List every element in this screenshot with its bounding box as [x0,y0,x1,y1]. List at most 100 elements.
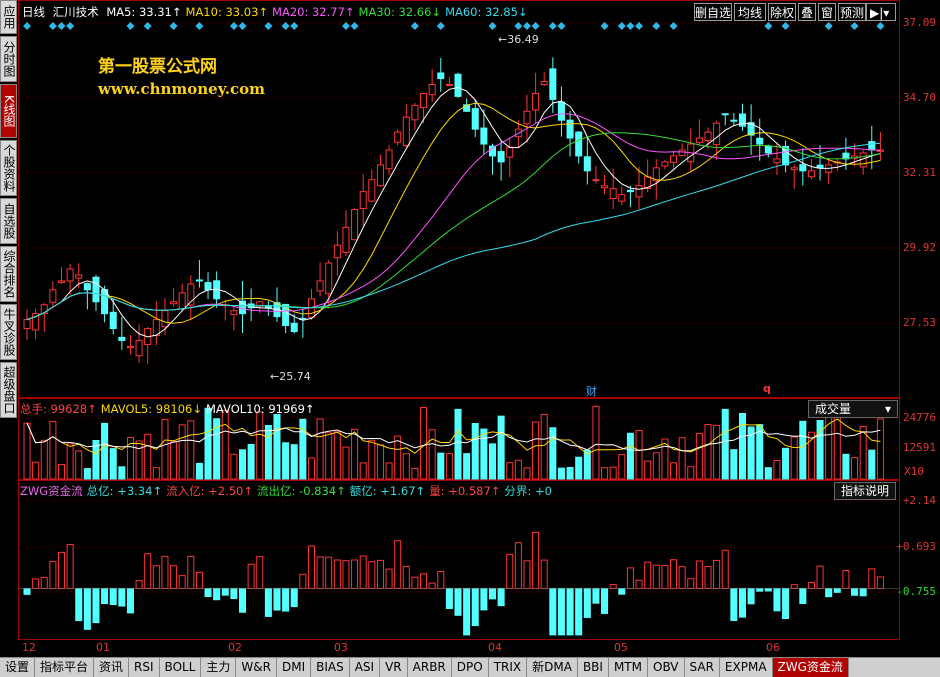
indicator-tab[interactable]: BBI [578,658,609,677]
toolbar-button-2[interactable]: 除权 [768,3,796,21]
signal-diamond [350,22,359,30]
price-tick: 27.53 [902,316,936,329]
candle [506,146,514,158]
right-axis: 37.09 34.70 32.31 29.92 27.53 24776 12591 X10 +2… [896,0,940,640]
indicator-legend-item: 分界: +0 [504,484,552,498]
volume-bar [273,413,281,480]
volume-bar [170,441,178,480]
fund-flow-bar [454,587,462,616]
indicator-help-button[interactable]: 指标说明 [834,482,896,500]
indicator-tab[interactable]: ARBR [408,658,452,677]
price-tick: 32.31 [902,166,936,179]
volume-indicator-select[interactable]: 成交量 ▾ [808,400,898,418]
signal-diamond [341,22,350,30]
volume-bar [514,459,522,480]
indicator-tab[interactable]: EXPMA [720,658,773,677]
indicator-tab[interactable]: BIAS [311,658,350,677]
indicator-tab[interactable]: MTM [609,658,648,677]
ma60-line [26,142,881,321]
indicator-tab[interactable]: BOLL [160,658,202,677]
indicator-tab[interactable]: W&R [236,658,277,677]
sidebar-tab-1[interactable]: 分时图 [0,36,17,82]
sidebar-tab-6[interactable]: 牛叉诊股 [0,304,17,360]
candle [695,137,703,144]
candle [376,164,384,187]
fund-flow-bar [687,578,695,589]
candle [66,268,74,282]
fund-flow-bar [868,568,876,589]
candle [333,244,341,259]
fund-flow-bar [187,556,195,589]
indicator-tab[interactable]: DPO [452,658,489,677]
fund-flow-bar [57,551,66,589]
indicator-legend: ZWG资金流 总亿: +3.34↑ 流入亿: +2.50↑ 流出亿: -0.834↑ 额… [20,483,556,499]
indicator-tab[interactable]: TRIX [489,658,528,677]
indicator-tab[interactable]: 资讯 [94,658,130,677]
fund-flow-bar [32,578,40,589]
volume-bar [540,413,548,480]
toolbar-button-4[interactable]: 窗 [818,3,836,21]
fund-flow-bar [385,568,393,589]
fund-flow-bar [126,587,134,614]
toolbar-button-3[interactable]: 叠 [798,3,816,21]
fund-flow-bar [670,559,678,589]
candle [626,189,634,193]
fund-flow-bar [109,587,117,606]
volume-bar [66,443,74,480]
sidebar-tab-7[interactable]: 超级盘口 [0,362,17,418]
indicator-tab[interactable]: 指标平台 [35,658,95,677]
candle [721,113,729,116]
sidebar-tab-3[interactable]: 个股资料 [0,140,17,196]
ma5-line [26,86,881,338]
sidebar-tab-2[interactable]: K线图 [0,84,17,138]
volume-bar [816,419,824,480]
ma-legend-item: MA10: 33.03↑ [185,5,269,19]
fund-flow-bar [782,587,790,620]
indicator-tab[interactable]: VR [380,658,408,677]
fund-flow-bar [756,587,764,592]
candle [549,68,557,100]
indicator-tab[interactable]: ASI [350,658,381,677]
signal-diamond [126,22,135,30]
fund-flow-bar [256,556,264,589]
candle [57,280,66,283]
fund-flow-bar [626,567,634,589]
toolbar-button-1[interactable]: 均线 [734,3,766,21]
left-sidebar: 应用分时图 K线图个股资料自选股综合排名牛叉诊股超级盘口 [0,0,18,659]
fund-flow-bar [730,587,738,621]
fund-flow-bar [773,587,781,612]
fund-flow-bar [532,531,540,589]
fund-flow-bar [230,587,238,600]
indicator-tab[interactable]: SAR [685,658,720,677]
fund-flow-bar [764,587,772,592]
toolbar-button-5[interactable]: 预测 [838,3,866,21]
toolbar-button-0[interactable]: 删自选 [694,3,732,21]
play-dropdown-button[interactable]: ▶|▾ [866,3,896,21]
indicator-tab[interactable]: RSI [129,658,160,677]
volume-bar [411,467,419,480]
indicator-tab[interactable]: 设置 [0,658,36,677]
indicator-tabs: 设置 指标平台 资讯 RSI BOLL 主力 W&R DMI BIAS ASI VR ARBR DPO T… [0,657,940,677]
volume-bar [23,422,31,480]
indicator-tab[interactable]: DMI [277,658,312,677]
candle [230,310,238,316]
fund-flow-bar [738,587,746,618]
indicator-tab[interactable]: ZWG资金流 [772,658,849,677]
indicator-tab[interactable]: 新DMA [527,658,578,677]
fund-flow-bar [876,576,884,589]
signal-diamond [436,22,445,30]
sidebar-tab-4[interactable]: 自选股 [0,198,17,244]
q-marker[interactable]: q [763,382,771,395]
sidebar-tab-0[interactable]: 应用 [0,0,17,34]
volume-bar [764,467,772,480]
fund-flow-bar [247,563,255,589]
indicator-tab[interactable]: 主力 [201,658,237,677]
signal-diamond [66,22,75,30]
indicator-tab[interactable]: OBV [648,658,685,677]
candle [678,149,686,157]
cai-marker[interactable]: 财 [586,383,597,399]
sidebar-tab-5[interactable]: 综合排名 [0,246,17,302]
volume-bar [756,424,764,480]
signal-diamond [488,22,497,30]
fund-flow-bar [83,587,91,630]
